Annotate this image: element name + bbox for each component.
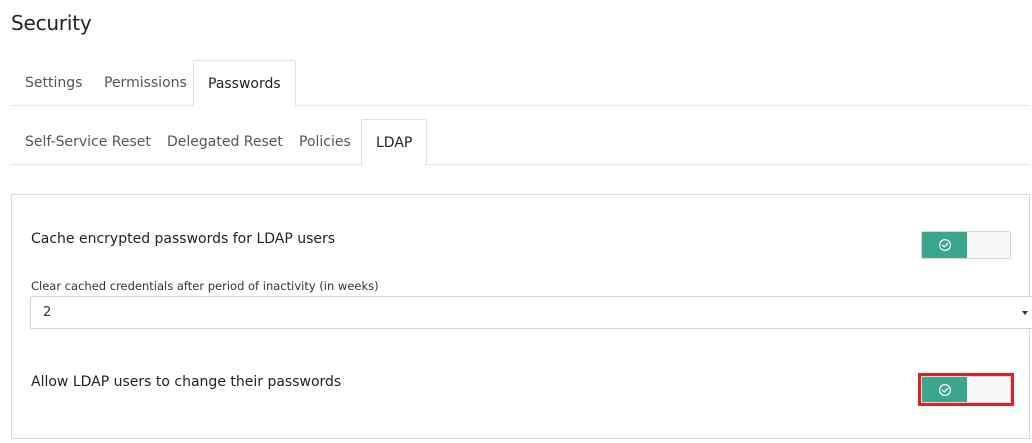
security-page: Security Settings Permissions Passwords … — [0, 0, 1032, 443]
caret-down-icon — [1022, 311, 1028, 315]
tab-policies[interactable]: Policies — [285, 119, 365, 165]
tab-passwords[interactable]: Passwords — [193, 60, 296, 107]
check-circle-icon — [938, 383, 951, 396]
sub-tabs: Self-Service Reset Delegated Reset Polic… — [10, 119, 1030, 166]
page-title: Security — [11, 11, 92, 35]
inactivity-weeks-value: 2 — [43, 305, 52, 320]
toggle-on-segment — [922, 232, 967, 258]
highlight-box — [918, 373, 1014, 406]
check-circle-icon — [938, 238, 951, 252]
tab-settings[interactable]: Settings — [11, 60, 96, 106]
cache-passwords-label: Cache encrypted passwords for LDAP users — [31, 231, 336, 247]
ldap-settings-panel: Cache encrypted passwords for LDAP users… — [11, 194, 1032, 439]
allow-change-label: Allow LDAP users to change their passwor… — [31, 374, 342, 390]
tab-delegated-reset[interactable]: Delegated Reset — [153, 119, 297, 165]
tab-self-service-reset[interactable]: Self-Service Reset — [11, 119, 165, 165]
inactivity-weeks-select[interactable]: 2 — [30, 296, 1032, 329]
allow-change-toggle[interactable] — [921, 376, 1011, 403]
tab-permissions[interactable]: Permissions — [90, 60, 201, 106]
cache-passwords-toggle[interactable] — [921, 231, 1011, 259]
inactivity-field-label: Clear cached credentials after period of… — [31, 279, 379, 293]
toggle-on-segment — [922, 377, 967, 402]
main-tabs: Settings Permissions Passwords — [10, 60, 1030, 107]
tab-ldap[interactable]: LDAP — [361, 119, 428, 166]
